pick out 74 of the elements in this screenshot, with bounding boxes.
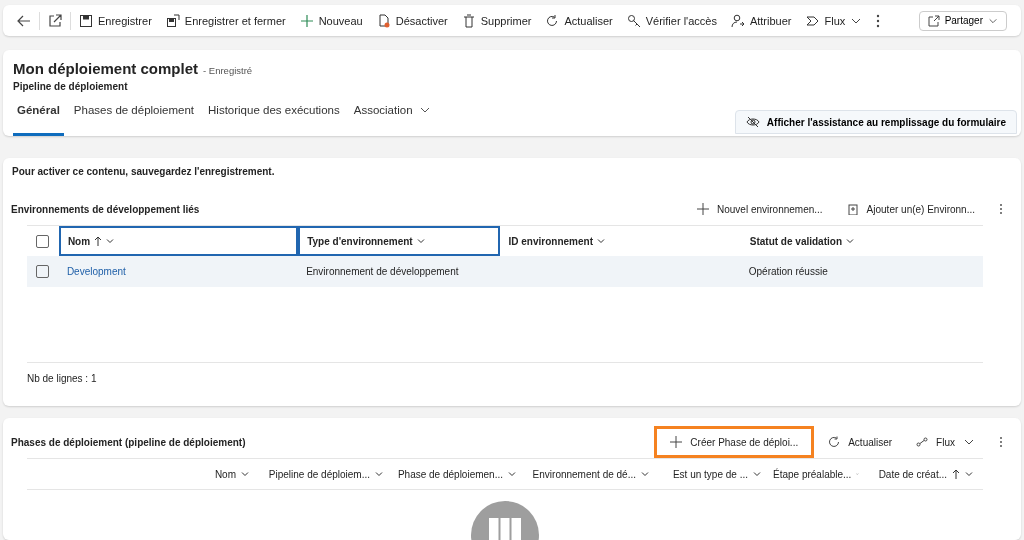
plus-icon <box>299 13 314 28</box>
chevron-down-icon <box>241 470 249 478</box>
more-icon <box>999 203 1003 216</box>
toolbar-button[interactable]: Actualiser <box>539 9 619 32</box>
table-cell: Opération réussie <box>748 266 828 278</box>
select-all-checkbox[interactable] <box>36 234 50 248</box>
column-header[interactable]: Est un type de ... <box>655 459 767 489</box>
tab[interactable]: Historique des exécutions <box>204 100 344 137</box>
save-status: - Enregistré <box>203 65 253 77</box>
plus-icon <box>670 436 683 448</box>
grid-command-button[interactable]: Ajouter un(e) Environn... <box>836 197 985 222</box>
form-assist-button[interactable]: Afficher l'assistance au remplissage du formulaire <box>734 110 1017 135</box>
tab[interactable]: Phases de déploiement <box>69 100 199 137</box>
record-link[interactable]: Development <box>66 266 126 278</box>
toolbar-button[interactable]: Nouveau <box>293 9 369 32</box>
column-header[interactable]: ID environnement <box>499 226 741 257</box>
column-header[interactable]: Pipeline de déploiem... <box>255 459 389 489</box>
toolbar-button[interactable]: Supprimer <box>455 9 538 32</box>
more-icon <box>999 436 1003 448</box>
add-existing-icon <box>846 203 859 216</box>
chevron-down-icon <box>416 237 425 246</box>
share-icon <box>927 14 940 27</box>
grid-command-button[interactable]: Créer Phase de déploi... <box>654 426 815 458</box>
more-icon <box>876 13 881 28</box>
column-header[interactable]: Étape préalable... <box>767 459 865 489</box>
pop-out-icon <box>48 13 62 28</box>
row-checkbox[interactable] <box>36 265 50 279</box>
subgrid-title: Environnements de développement liés <box>11 203 200 215</box>
refresh-icon <box>545 13 560 28</box>
column-header[interactable]: Date de créat... <box>865 459 979 489</box>
deactivate-icon <box>376 13 391 28</box>
flow-icon <box>916 436 929 448</box>
toolbar-button[interactable]: Flux <box>799 9 869 32</box>
toolbar-button[interactable]: Enregistrer <box>73 9 158 32</box>
tab[interactable]: Général <box>13 100 64 137</box>
column-header[interactable]: Type d'environnement <box>298 226 500 257</box>
column-header[interactable]: Statut de validation <box>740 226 983 257</box>
table-cell: Environnement de développement <box>306 266 459 278</box>
flow-icon <box>805 13 820 28</box>
row-count: Nb de lignes : 1 <box>27 372 98 386</box>
eye-off-icon <box>745 116 760 129</box>
toolbar-button[interactable]: Vérifier l'accès <box>620 9 723 32</box>
person-icon <box>730 13 745 28</box>
trash-icon <box>461 13 476 28</box>
entity-name: Pipeline de déploiement <box>13 81 129 93</box>
grid-command-button[interactable]: Actualiser <box>818 430 903 454</box>
subgrid-title: Phases de déploiement (pipeline de déploiement) <box>11 436 246 448</box>
grid-command-button[interactable]: Flux <box>906 430 985 454</box>
toolbar-button[interactable]: Désactiver <box>370 9 454 32</box>
column-header[interactable]: Environnement de dé... <box>522 459 655 489</box>
chevron-down-icon <box>641 470 649 478</box>
grid-command-button[interactable]: Nouvel environnemen... <box>687 197 833 222</box>
toolbar-button[interactable]: Attribuer <box>724 9 798 32</box>
record-title: Mon déploiement complet <box>13 60 198 78</box>
chevron-down-icon <box>375 470 383 478</box>
column-header[interactable]: Phase de déploiemen... <box>389 459 522 489</box>
key-icon <box>626 13 641 28</box>
column-header[interactable]: Nom <box>58 226 299 257</box>
toolbar-button[interactable]: Enregistrer et fermer <box>159 9 292 32</box>
chevron-down-icon <box>846 237 854 246</box>
chevron-down-icon <box>965 470 973 478</box>
tab[interactable]: Association <box>349 100 435 137</box>
back-arrow-icon <box>17 13 31 28</box>
refresh-icon <box>828 436 841 448</box>
share-button[interactable]: Partager <box>918 10 1007 31</box>
notice-text: Pour activer ce contenu, sauvegardez l'enregistrement. <box>12 166 276 178</box>
chevron-down-icon <box>106 237 115 246</box>
save-close-icon <box>165 13 180 28</box>
save-icon <box>79 13 93 28</box>
plus-icon <box>697 203 709 216</box>
chevron-down-icon <box>508 470 516 478</box>
column-header[interactable]: Nom <box>59 459 255 489</box>
chevron-down-icon <box>753 470 761 478</box>
chevron-down-icon <box>597 237 605 246</box>
